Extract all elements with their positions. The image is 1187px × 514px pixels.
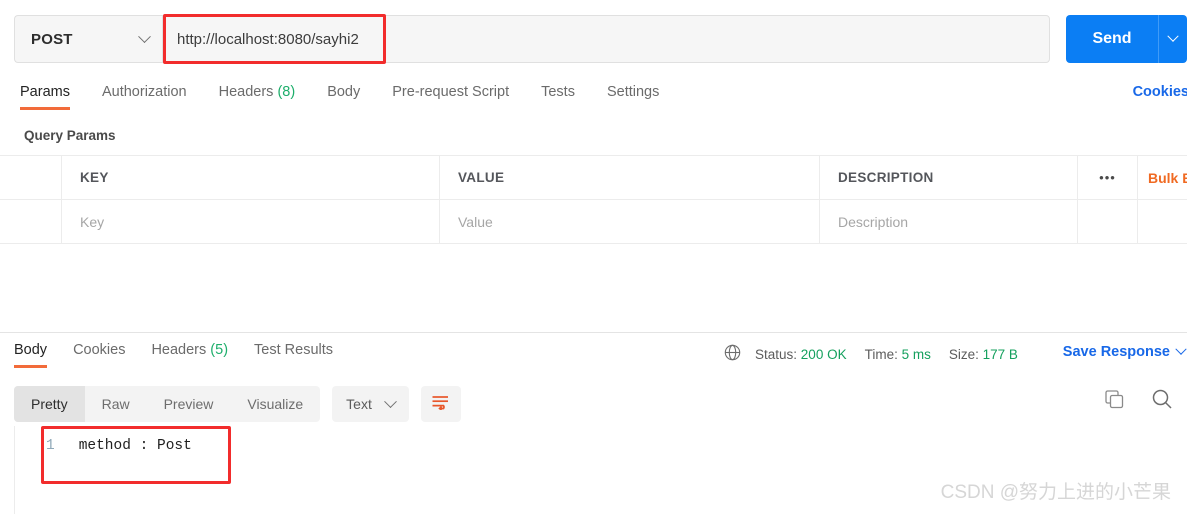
request-tab-bar: Params Authorization Headers (8) Body Pr… (0, 80, 1187, 116)
column-header-description-label: DESCRIPTION (838, 170, 934, 185)
gutter-divider (14, 426, 15, 514)
view-mode-pretty-label: Pretty (31, 396, 68, 412)
response-tab-body[interactable]: Body (14, 340, 48, 368)
chevron-down-icon (1175, 343, 1187, 355)
query-params-title: Query Params (24, 128, 116, 143)
pane-divider[interactable] (0, 332, 1187, 333)
chevron-down-icon (383, 394, 397, 408)
tab-headers-count: (8) (277, 84, 296, 100)
search-icon[interactable] (1151, 388, 1173, 410)
send-button[interactable]: Send (1066, 15, 1158, 63)
response-tab-body-label: Body (14, 342, 48, 358)
column-header-value-label: VALUE (458, 170, 505, 185)
save-response-button[interactable]: Save Response (1062, 343, 1187, 360)
size-group: Size: 177 B (949, 347, 1018, 362)
response-tab-test-results[interactable]: Test Results (254, 340, 333, 368)
response-meta: Status: 200 OK Time: 5 ms Size: 177 B (724, 344, 1018, 364)
column-header-key-label: KEY (80, 170, 109, 185)
size-value: 177 B (982, 346, 1018, 362)
tab-headers-label: Headers (218, 84, 274, 100)
watermark: CSDN @努力上进的小芒果 (940, 482, 1171, 503)
tab-pre-request-script[interactable]: Pre-request Script (392, 80, 509, 110)
postman-window: POST http://localhost:8080/sayhi2 Send P… (0, 0, 1187, 514)
status-group: Status: 200 OK (755, 347, 847, 362)
query-params-table: KEY VALUE DESCRIPTION ••• Bulk Edit Key … (0, 155, 1187, 244)
send-button-label: Send (1092, 30, 1132, 47)
cookies-link[interactable]: Cookies (1133, 84, 1187, 100)
row-description-input[interactable]: Description (820, 200, 1078, 243)
view-mode-visualize-label: Visualize (247, 396, 304, 412)
select-all-cell[interactable] (0, 156, 62, 199)
view-mode-raw[interactable]: Raw (85, 386, 147, 422)
response-format-select[interactable]: Text (332, 386, 409, 422)
row-key-placeholder: Key (80, 213, 105, 230)
row-checkbox-cell[interactable] (0, 200, 62, 243)
tab-params-label: Params (20, 84, 70, 100)
tab-settings[interactable]: Settings (607, 80, 659, 110)
response-body-toolbar: Pretty Raw Preview Visualize Text (14, 386, 461, 422)
bulk-edit-label: Bulk Edit (1148, 169, 1187, 186)
status-label: Status: (755, 346, 798, 362)
view-mode-raw-label: Raw (101, 396, 130, 412)
line-number: 1 (46, 438, 55, 454)
row-options-cell (1078, 200, 1138, 243)
globe-icon (724, 344, 741, 364)
word-wrap-icon (431, 394, 450, 415)
table-header-row: KEY VALUE DESCRIPTION ••• Bulk Edit (0, 156, 1187, 200)
tab-tests-label: Tests (541, 84, 575, 100)
tab-pre-request-script-label: Pre-request Script (392, 84, 510, 100)
response-toolbar-actions (1104, 388, 1173, 410)
response-body-text: method : Post (78, 438, 192, 454)
view-mode-visualize[interactable]: Visualize (230, 386, 320, 422)
view-mode-group: Pretty Raw Preview Visualize (14, 386, 321, 422)
response-tab-headers-label: Headers (151, 342, 207, 358)
column-header-value: VALUE (440, 156, 820, 199)
row-key-input[interactable]: Key (62, 200, 440, 243)
http-method-select[interactable]: POST (14, 15, 162, 63)
http-method-label: POST (31, 30, 73, 48)
status-value: 200 OK (800, 346, 847, 362)
response-tab-test-results-label: Test Results (254, 342, 334, 358)
response-body-code[interactable]: 1 method : Post (46, 438, 192, 454)
response-tab-headers[interactable]: Headers (5) (151, 340, 228, 368)
response-tab-headers-count: (5) (210, 342, 229, 358)
tab-tests[interactable]: Tests (541, 80, 575, 110)
response-tab-cookies[interactable]: Cookies (73, 340, 125, 368)
tab-params[interactable]: Params (20, 80, 70, 110)
size-label: Size: (948, 346, 979, 362)
row-description-placeholder: Description (838, 213, 909, 230)
save-response-label: Save Response (1062, 344, 1170, 360)
column-header-key: KEY (62, 156, 440, 199)
url-input-value: http://localhost:8080/sayhi2 (177, 30, 359, 48)
ellipsis-icon: ••• (1099, 170, 1116, 185)
tab-settings-label: Settings (606, 84, 660, 100)
table-options-button[interactable]: ••• (1078, 156, 1138, 199)
chevron-down-icon (138, 29, 151, 43)
send-options-button[interactable] (1158, 15, 1187, 63)
time-value: 5 ms (901, 346, 931, 362)
response-tab-cookies-label: Cookies (73, 342, 126, 358)
url-input[interactable]: http://localhost:8080/sayhi2 (162, 15, 1050, 63)
tab-headers[interactable]: Headers (8) (219, 80, 296, 110)
row-value-placeholder: Value (458, 213, 493, 230)
request-url-bar: POST http://localhost:8080/sayhi2 Send (0, 8, 1187, 70)
response-format-label: Text (346, 396, 372, 412)
column-header-description: DESCRIPTION (820, 156, 1078, 199)
time-label: Time: (864, 346, 898, 362)
time-group: Time: 5 ms (865, 347, 931, 362)
view-mode-pretty[interactable]: Pretty (14, 386, 85, 422)
tab-authorization-label: Authorization (101, 84, 187, 100)
tab-body-label: Body (327, 84, 361, 100)
tab-body[interactable]: Body (327, 80, 360, 110)
view-mode-preview[interactable]: Preview (147, 386, 231, 422)
word-wrap-button[interactable] (420, 386, 461, 422)
table-row: Key Value Description (0, 200, 1187, 244)
row-spacer-cell (1138, 200, 1187, 243)
view-mode-preview-label: Preview (163, 396, 214, 412)
row-value-input[interactable]: Value (440, 200, 820, 243)
copy-icon[interactable] (1104, 389, 1125, 410)
chevron-down-icon (1167, 30, 1179, 42)
bulk-edit-button[interactable]: Bulk Edit (1138, 156, 1187, 199)
tab-authorization[interactable]: Authorization (102, 80, 187, 110)
